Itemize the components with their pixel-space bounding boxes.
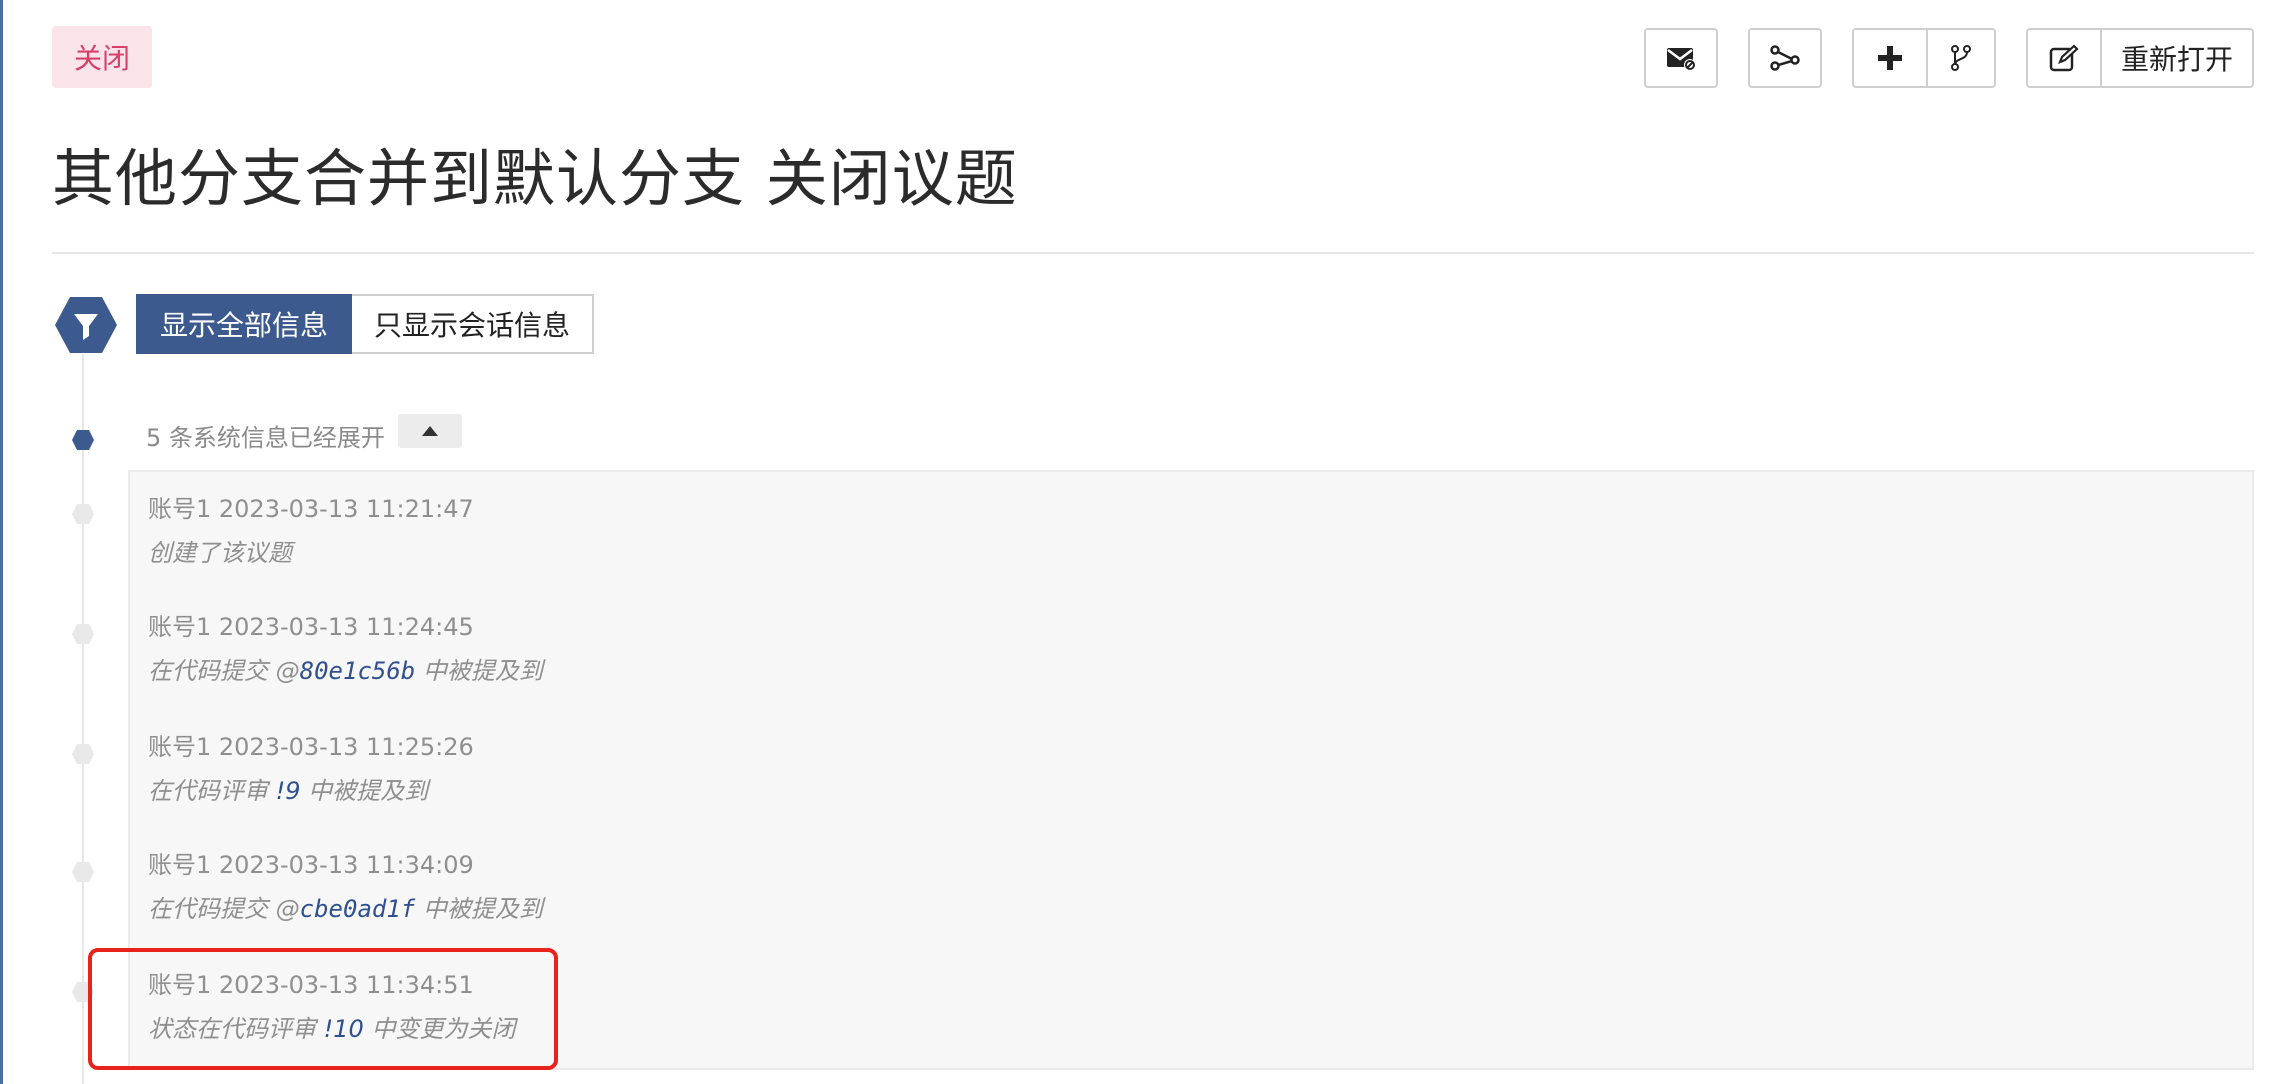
collapse-button[interactable] xyxy=(398,414,462,448)
issue-page: 关闭 重新打开 其他分支合并到默认分支 关闭议题 显示全部信息 只显示会话信息 … xyxy=(0,0,2294,1084)
left-edge-border xyxy=(0,0,3,1084)
event-meta: 账号1 2023-03-13 11:21:47 xyxy=(148,495,474,523)
branch-icon xyxy=(1951,45,1971,71)
event-description: 在代码评审 !9 中被提及到 xyxy=(148,777,429,805)
relations-button[interactable] xyxy=(1748,28,1822,88)
subscribe-button[interactable] xyxy=(1644,28,1718,88)
edit-icon xyxy=(2049,44,2079,72)
event-meta: 账号1 2023-03-13 11:24:45 xyxy=(148,613,474,641)
merge-request-link[interactable]: !9 xyxy=(276,777,301,805)
filter-toggle: 显示全部信息 只显示会话信息 xyxy=(136,294,595,354)
event-description: 创建了该议题 xyxy=(148,539,292,567)
title-divider xyxy=(52,252,2254,254)
timeline-event: 账号1 2023-03-13 11:25:26 在代码评审 !9 中被提及到 xyxy=(148,730,474,808)
graph-icon xyxy=(1770,45,1800,71)
highlight-annotation xyxy=(88,948,558,1070)
timeline-dot xyxy=(72,504,94,524)
caret-up-icon xyxy=(422,426,438,436)
commit-link[interactable]: 80e1c56b xyxy=(300,657,416,685)
event-description: 在代码提交 @80e1c56b 中被提及到 xyxy=(148,657,543,685)
edit-button[interactable] xyxy=(2028,30,2100,86)
timeline-event: 账号1 2023-03-13 11:21:47 创建了该议题 xyxy=(148,492,474,570)
plus-icon xyxy=(1878,46,1902,70)
create-button-group xyxy=(1852,28,1996,88)
envelope-icon xyxy=(1667,48,1696,71)
event-description: 在代码提交 @cbe0ad1f 中被提及到 xyxy=(148,895,543,923)
add-button[interactable] xyxy=(1854,30,1926,86)
reopen-button[interactable]: 重新打开 xyxy=(2100,30,2252,86)
event-meta: 账号1 2023-03-13 11:34:09 xyxy=(148,851,474,879)
edit-button-group: 重新打开 xyxy=(2026,28,2254,88)
show-conversation-button[interactable]: 只显示会话信息 xyxy=(352,294,595,354)
timeline-event: 账号1 2023-03-13 11:24:45 在代码提交 @80e1c56b … xyxy=(148,610,543,688)
create-branch-button[interactable] xyxy=(1926,30,1994,86)
timeline-dot xyxy=(72,624,94,644)
timeline-collapse-dot xyxy=(72,430,94,450)
commit-link[interactable]: cbe0ad1f xyxy=(300,895,416,923)
timeline-dot xyxy=(72,744,94,764)
timeline-dot xyxy=(72,862,94,882)
filter-icon xyxy=(55,297,117,353)
system-messages-label: 5 条系统信息已经展开 xyxy=(146,424,385,452)
timeline-event: 账号1 2023-03-13 11:34:09 在代码提交 @cbe0ad1f … xyxy=(148,848,543,926)
page-title: 其他分支合并到默认分支 关闭议题 xyxy=(52,142,1018,215)
status-badge: 关闭 xyxy=(52,26,152,88)
event-meta: 账号1 2023-03-13 11:25:26 xyxy=(148,733,474,761)
show-all-button[interactable]: 显示全部信息 xyxy=(136,294,353,354)
timeline-line xyxy=(82,354,84,1084)
